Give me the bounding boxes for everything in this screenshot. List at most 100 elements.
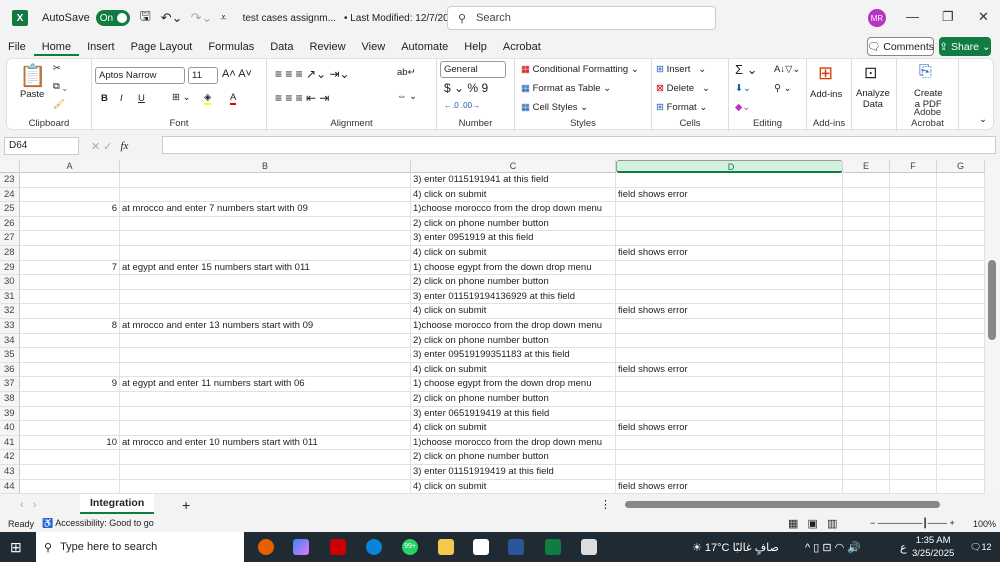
row-header[interactable]: 44 (0, 479, 20, 494)
row-header[interactable]: 37 (0, 377, 20, 392)
select-all-corner[interactable] (0, 160, 20, 173)
cell-e[interactable] (843, 362, 890, 378)
cell-f[interactable] (890, 465, 937, 480)
cell-g[interactable] (937, 377, 985, 392)
cell-e[interactable] (843, 377, 890, 392)
currency-button[interactable]: $ ⌄ % 9 (444, 81, 488, 95)
vertical-scroll-thumb[interactable] (988, 260, 996, 340)
find-icon[interactable]: ⚲ ⌄ (774, 83, 792, 94)
cell-g[interactable] (937, 289, 985, 305)
notifications-icon[interactable]: 🗨12 (970, 542, 991, 553)
cell-b[interactable] (120, 216, 411, 232)
minimize-icon[interactable]: — (906, 9, 919, 24)
decimal-icons[interactable]: ←.0 .00→ (444, 101, 480, 110)
cell-d[interactable] (616, 275, 843, 290)
row-header[interactable]: 38 (0, 392, 20, 407)
column-header-c[interactable]: C (411, 160, 616, 173)
accessibility-status[interactable]: ♿ Accessibility: Good to go (42, 518, 154, 529)
italic-button[interactable]: I (120, 93, 123, 104)
row-header[interactable]: 35 (0, 348, 20, 363)
cell-f[interactable] (890, 319, 937, 334)
row-header[interactable]: 24 (0, 187, 20, 203)
cell-d[interactable] (616, 348, 843, 363)
cell-g[interactable] (937, 173, 985, 188)
cell-f[interactable] (890, 435, 937, 451)
cell-e[interactable] (843, 202, 890, 217)
cell-b[interactable] (120, 231, 411, 246)
cell-c[interactable]: 1) choose egypt from the down drop menu (411, 377, 616, 392)
tab-automate[interactable]: Automate (393, 38, 456, 56)
addins-button[interactable]: Add-ins (810, 89, 842, 100)
cell-e[interactable] (843, 333, 890, 349)
cell-f[interactable] (890, 216, 937, 232)
cell-d[interactable]: field shows error (616, 246, 843, 261)
cell-a[interactable] (20, 479, 120, 494)
insert-function-icon[interactable]: fx (121, 140, 129, 152)
cell-g[interactable] (937, 187, 985, 203)
cell-a[interactable] (20, 362, 120, 378)
search-input[interactable]: ⚲ Search (447, 6, 716, 30)
horizontal-scrollbar[interactable] (625, 501, 940, 508)
cell-d[interactable] (616, 173, 843, 188)
cell-b[interactable]: at mrocco and enter 10 numbers start wit… (120, 435, 411, 451)
number-format-select[interactable]: General (440, 61, 506, 78)
column-header-b[interactable]: B (120, 160, 411, 173)
tray-icons[interactable]: ^ ▯ ⊡ ◠ 🔊 (805, 541, 861, 554)
cell-g[interactable] (937, 304, 985, 319)
cell-e[interactable] (843, 392, 890, 407)
cell-e[interactable] (843, 231, 890, 246)
column-header-g[interactable]: G (937, 160, 985, 173)
analyze-data-button[interactable]: Analyze Data (856, 88, 890, 110)
customize-toolbar-icon[interactable]: ⩡ (220, 12, 226, 25)
increase-font-icon[interactable]: A˄ A˅ (222, 68, 252, 80)
cell-g[interactable] (937, 450, 985, 465)
row-header[interactable]: 29 (0, 260, 20, 276)
cell-d[interactable]: field shows error (616, 421, 843, 436)
create-pdf-icon[interactable]: ⎘ (919, 63, 932, 81)
cell-b[interactable] (120, 173, 411, 188)
cell-f[interactable] (890, 246, 937, 261)
row-header[interactable]: 28 (0, 246, 20, 261)
add-sheet-button[interactable]: + (182, 497, 190, 513)
cell-f[interactable] (890, 421, 937, 436)
cell-d[interactable]: field shows error (616, 362, 843, 378)
analyze-data-icon[interactable]: ⊡ (864, 63, 877, 83)
cell-g[interactable] (937, 421, 985, 436)
cell-e[interactable] (843, 348, 890, 363)
vertical-scrollbar[interactable] (985, 160, 1000, 494)
row-header[interactable]: 25 (0, 202, 20, 217)
cell-e[interactable] (843, 479, 890, 494)
cell-a[interactable] (20, 465, 120, 480)
cell-d[interactable] (616, 435, 843, 451)
format-as-table-button[interactable]: ▦ Format as Table ⌄ (521, 83, 611, 94)
cell-b[interactable]: at egypt and enter 15 numbers start with… (120, 260, 411, 276)
cell-e[interactable] (843, 421, 890, 436)
cell-b[interactable] (120, 421, 411, 436)
edge-icon[interactable] (366, 539, 382, 555)
excel-taskbar-icon[interactable] (545, 539, 561, 555)
format-painter-icon[interactable]: 🖌 (53, 99, 65, 110)
tab-page-layout[interactable]: Page Layout (123, 38, 201, 56)
undo-icon[interactable]: ↶⌄ (161, 10, 183, 26)
tab-formulas[interactable]: Formulas (200, 38, 262, 56)
cell-e[interactable] (843, 319, 890, 334)
cell-b[interactable] (120, 275, 411, 290)
clock[interactable]: 1:35 AM 3/25/2025 (912, 534, 954, 560)
paste-icon[interactable]: 📋 (19, 63, 46, 89)
row-header[interactable]: 26 (0, 216, 20, 232)
clear-icon[interactable]: ◆⌄ (735, 102, 750, 113)
cell-e[interactable] (843, 304, 890, 319)
redo-icon[interactable]: ↷⌄ (191, 10, 213, 26)
cell-a[interactable]: 9 (20, 377, 120, 392)
file-explorer-icon[interactable] (438, 539, 454, 555)
cell-g[interactable] (937, 348, 985, 363)
row-header[interactable]: 27 (0, 231, 20, 246)
autosum-icon[interactable]: Σ ⌄ (735, 62, 758, 78)
cell-b[interactable] (120, 304, 411, 319)
cell-c[interactable]: 3) enter 09519199351183 at this field (411, 348, 616, 363)
row-header[interactable]: 31 (0, 289, 20, 305)
view-mode-icons[interactable]: ▦ ▣ ▥ (788, 517, 838, 530)
wrap-text-icon[interactable]: ab↵ (397, 67, 416, 78)
store-icon[interactable] (473, 539, 489, 555)
cell-c[interactable]: 4) click on submit (411, 479, 616, 494)
